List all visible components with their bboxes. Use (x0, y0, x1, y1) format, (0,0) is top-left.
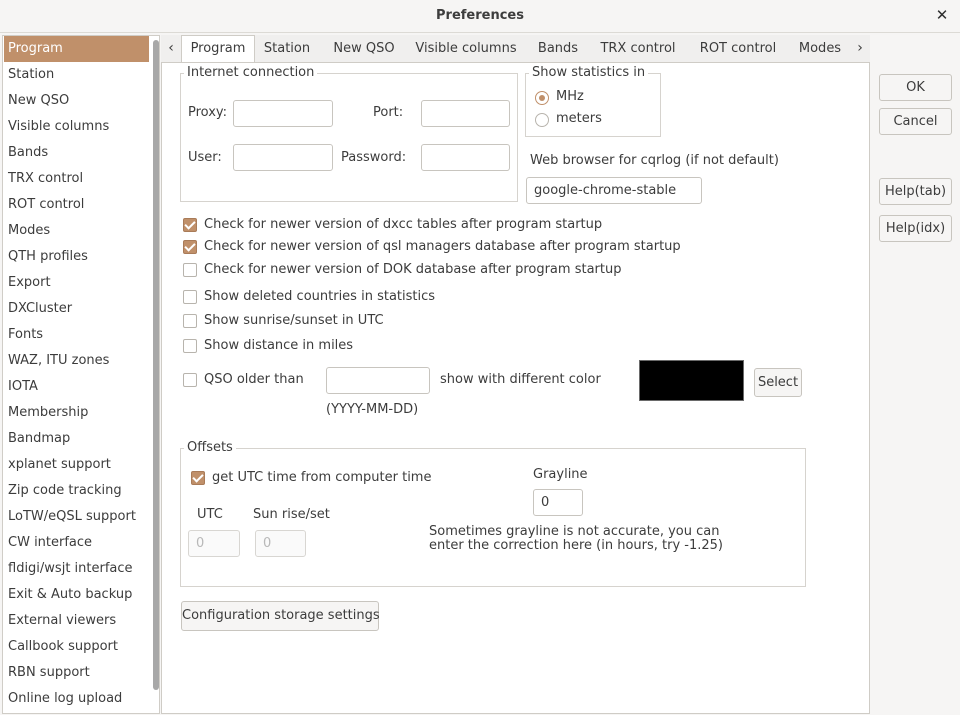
sidebar-item-trx-control[interactable]: TRX control (4, 166, 149, 192)
deleted-countries-label: Show deleted countries in statistics (204, 289, 436, 304)
proxy-input[interactable] (233, 100, 333, 127)
grayline-note-line1: Sometimes grayline is not accurate, you … (429, 524, 720, 539)
qso-color-swatch[interactable] (639, 360, 744, 401)
utc-offset-input[interactable]: 0 (188, 530, 240, 557)
sidebar-item-online-log-upload[interactable]: Online log upload (4, 686, 149, 712)
program-tab-panel: Internet connection Proxy: Port: User: P… (161, 62, 870, 714)
sidebar-item-callbook-support[interactable]: Callbook support (4, 634, 149, 660)
qsl-managers-checkbox[interactable] (183, 240, 197, 254)
sunrise-utc-label: Show sunrise/sunset in UTC (204, 313, 384, 328)
internet-connection-title: Internet connection (184, 65, 318, 80)
sidebar-item-modes[interactable]: Modes (4, 218, 149, 244)
sidebar-item-iota[interactable]: IOTA (4, 374, 149, 400)
user-input[interactable] (233, 144, 333, 171)
sidebar-item-external-viewers[interactable]: External viewers (4, 608, 149, 634)
password-input[interactable] (421, 144, 510, 171)
statistics-group (525, 73, 661, 137)
sidebar-item-dxcluster[interactable]: DXCluster (4, 296, 149, 322)
tab-scroll-left-icon[interactable]: ‹ (161, 35, 181, 63)
grayline-label: Grayline (533, 467, 588, 482)
password-label: Password: (341, 150, 407, 165)
tab-bands[interactable]: Bands (529, 35, 587, 63)
grayline-input[interactable]: 0 (533, 489, 583, 516)
sidebar-scroll-thumb[interactable] (153, 40, 159, 690)
sidebar-item-visible-columns[interactable]: Visible columns (4, 114, 149, 140)
deleted-countries-checkbox[interactable] (183, 290, 197, 304)
ok-button[interactable]: OK (879, 74, 952, 101)
web-browser-label: Web browser for cqrlog (if not default) (530, 153, 779, 168)
close-icon[interactable]: ✕ (934, 6, 950, 24)
port-input[interactable] (421, 100, 510, 127)
tab-strip: ‹ Program Station New QSO Visible column… (161, 35, 870, 63)
utc-from-computer-label: get UTC time from computer time (212, 470, 432, 485)
offsets-title: Offsets (184, 440, 236, 455)
cancel-button[interactable]: Cancel (879, 108, 952, 135)
tab-new-qso[interactable]: New QSO (327, 35, 401, 63)
dialog-body: Program Station New QSO Visible columns Band… (0, 33, 960, 715)
mhz-label: MHz (556, 89, 584, 104)
sidebar-scrollbar[interactable] (151, 36, 159, 713)
tab-scroll-right-icon[interactable]: › (850, 35, 870, 63)
meters-radio[interactable] (535, 113, 549, 127)
sidebar-item-zip-code-tracking[interactable]: Zip code tracking (4, 478, 149, 504)
tab-modes[interactable]: Modes (791, 35, 849, 63)
utc-label: UTC (197, 507, 223, 522)
user-label: User: (188, 150, 222, 165)
dxcc-check-label: Check for newer version of dxcc tables a… (204, 217, 603, 232)
qsl-managers-label: Check for newer version of qsl managers … (204, 239, 681, 254)
sidebar-item-program[interactable]: Program (4, 36, 149, 62)
sidebar-item-new-qso[interactable]: New QSO (4, 88, 149, 114)
different-color-label: show with different color (440, 372, 601, 387)
port-label: Port: (373, 105, 404, 120)
help-tab-button[interactable]: Help(tab) (879, 178, 952, 205)
sidebar-item-xplanet-support[interactable]: xplanet support (4, 452, 149, 478)
utc-from-computer-checkbox[interactable] (191, 471, 205, 485)
sidebar-item-export[interactable]: Export (4, 270, 149, 296)
select-color-button[interactable]: Select (754, 368, 802, 397)
sidebar-item-qth-profiles[interactable]: QTH profiles (4, 244, 149, 270)
sidebar-item-lotw-eqsl-support[interactable]: LoTW/eQSL support (4, 504, 149, 530)
meters-label: meters (556, 111, 602, 126)
sidebar-item-rot-control[interactable]: ROT control (4, 192, 149, 218)
dok-checkbox[interactable] (183, 263, 197, 277)
tab-rot-control[interactable]: ROT control (693, 35, 783, 63)
distance-miles-checkbox[interactable] (183, 339, 197, 353)
internet-connection-group (180, 73, 518, 202)
tab-trx-control[interactable]: TRX control (593, 35, 683, 63)
configuration-storage-button[interactable]: Configuration storage settings (181, 601, 380, 631)
distance-miles-label: Show distance in miles (204, 338, 354, 353)
sidebar-item-rbn-support[interactable]: RBN support (4, 660, 149, 686)
title-bar: Preferences ✕ (0, 0, 960, 33)
mhz-radio[interactable] (535, 91, 549, 105)
sidebar-item-bandmap[interactable]: Bandmap (4, 426, 149, 452)
sidebar-item-membership[interactable]: Membership (4, 400, 149, 426)
statistics-title: Show statistics in (529, 65, 649, 80)
proxy-label: Proxy: (188, 105, 228, 120)
web-browser-input[interactable]: google-chrome-stable (526, 177, 702, 204)
sidebar-item-exit-auto-backup[interactable]: Exit & Auto backup (4, 582, 149, 608)
date-format-hint: (YYYY-MM-DD) (326, 402, 419, 417)
sun-rise-set-label: Sun rise/set (253, 507, 330, 522)
tab-program[interactable]: Program (181, 35, 255, 63)
sidebar-item-fldigi-wsjt-interface[interactable]: fldigi/wsjt interface (4, 556, 149, 582)
sidebar-item-fonts[interactable]: Fonts (4, 322, 149, 348)
grayline-note-line2: enter the correction here (in hours, try… (429, 538, 724, 553)
window-title: Preferences (436, 8, 524, 23)
help-idx-button[interactable]: Help(idx) (879, 215, 952, 242)
sun-offset-input[interactable]: 0 (255, 530, 306, 557)
sidebar-item-station[interactable]: Station (4, 62, 149, 88)
sidebar: Program Station New QSO Visible columns Band… (2, 35, 160, 714)
sidebar-item-bands[interactable]: Bands (4, 140, 149, 166)
qso-older-date-input[interactable] (326, 367, 430, 394)
tab-station[interactable]: Station (257, 35, 317, 63)
dok-label: Check for newer version of DOK database … (204, 262, 622, 277)
sidebar-item-cw-interface[interactable]: CW interface (4, 530, 149, 556)
qso-older-label: QSO older than (204, 372, 304, 387)
dxcc-check-checkbox[interactable] (183, 218, 197, 232)
tab-visible-columns[interactable]: Visible columns (411, 35, 521, 63)
sunrise-utc-checkbox[interactable] (183, 314, 197, 328)
qso-older-checkbox[interactable] (183, 373, 197, 387)
sidebar-item-waz-itu-zones[interactable]: WAZ, ITU zones (4, 348, 149, 374)
